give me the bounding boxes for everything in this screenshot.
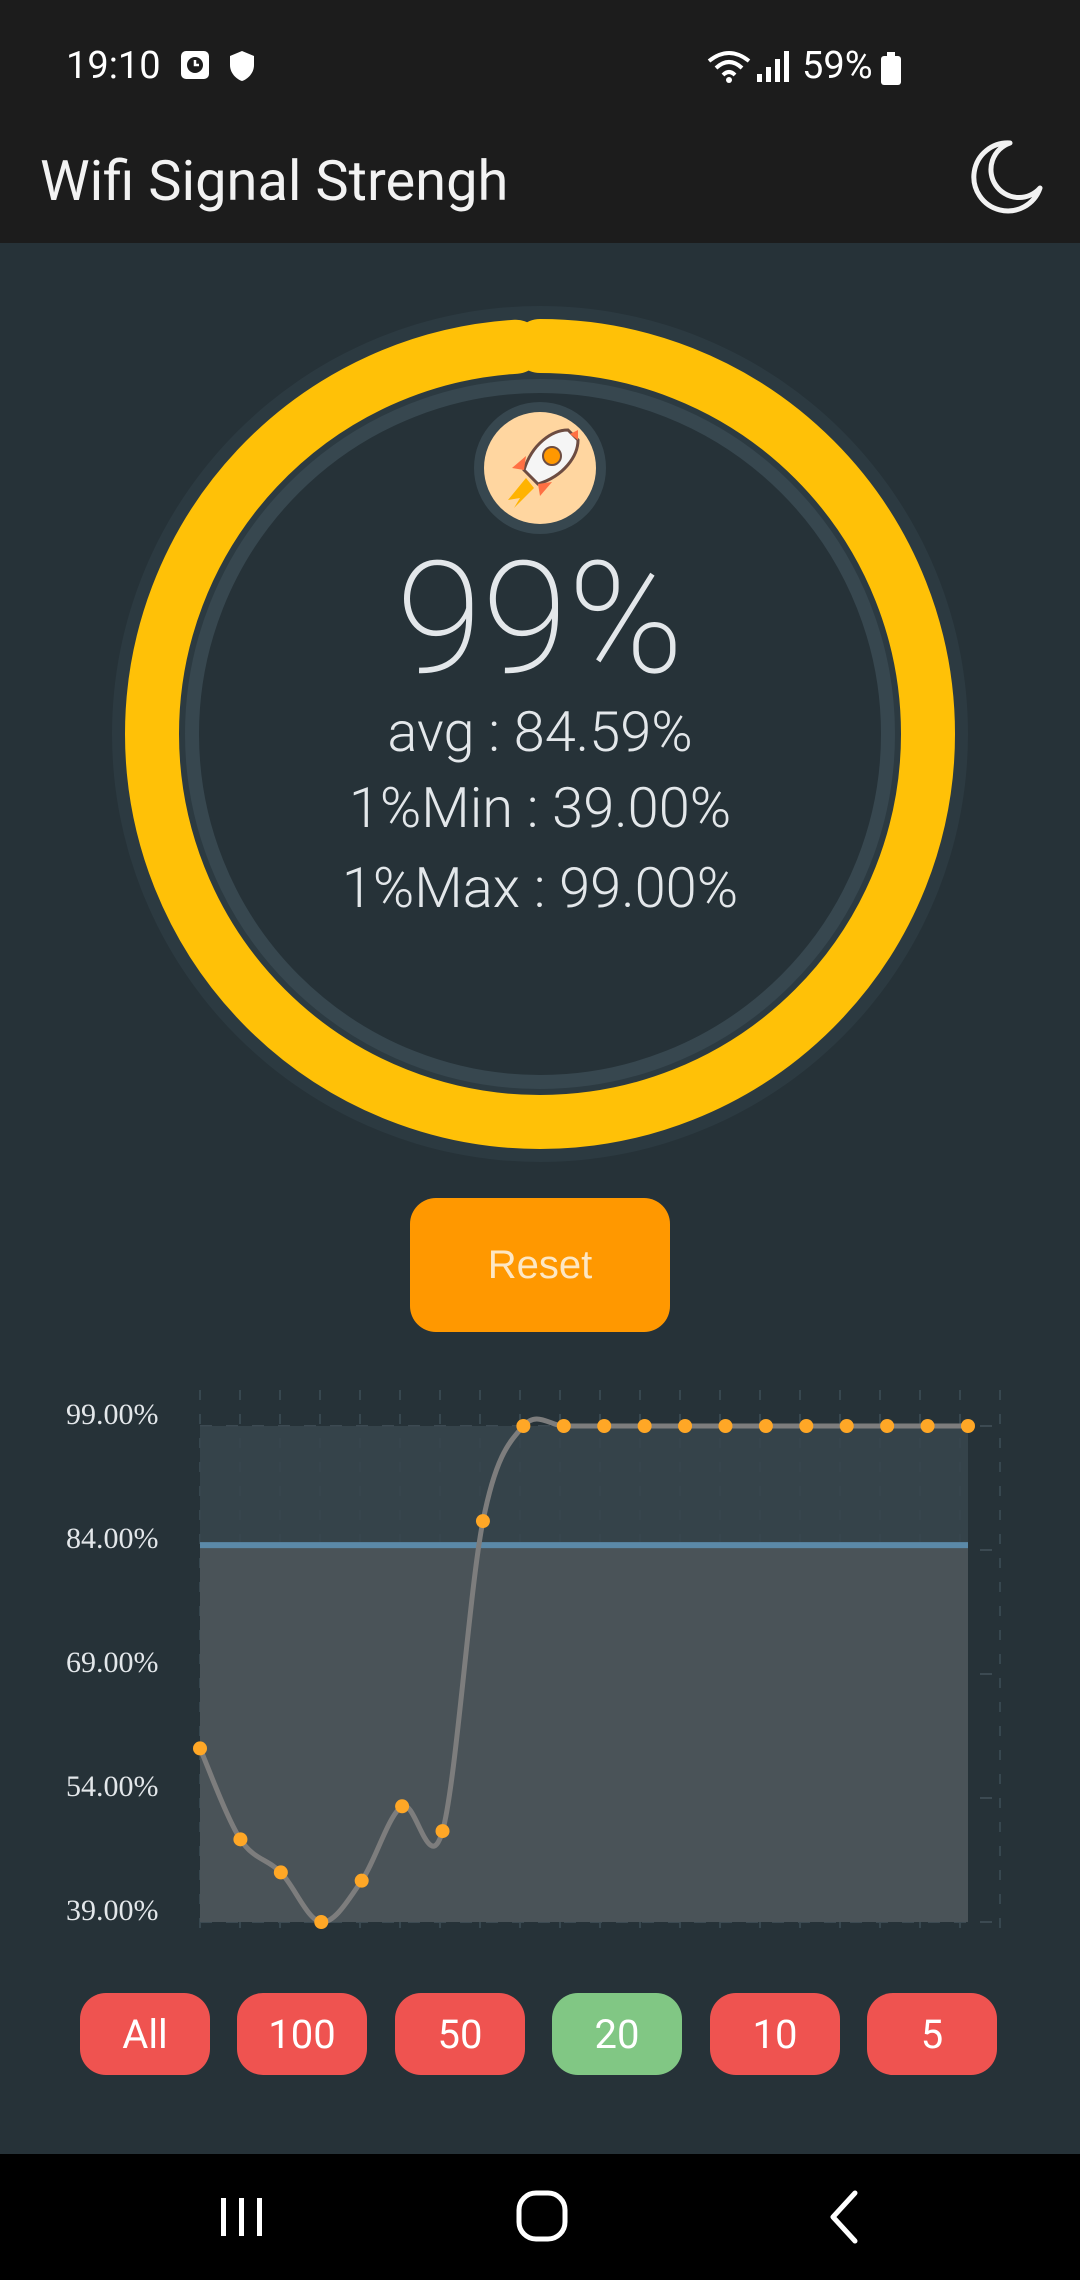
data-point [435,1824,450,1839]
range-selector: All 100 50 20 10 5 [0,1993,1080,2075]
current-signal-value: 99% [396,528,684,711]
recent-apps-icon [221,2198,262,2236]
data-point [314,1915,329,1929]
data-point [597,1419,612,1433]
back-icon [830,2190,858,2244]
data-point [799,1419,814,1433]
data-point [920,1419,935,1433]
range-button-100[interactable]: 100 [237,1993,367,2075]
data-point [961,1419,975,1433]
status-time: 19:10 [66,44,161,88]
wifi-icon [707,51,751,83]
chart-area-lower [200,1545,968,1922]
data-point [516,1419,531,1433]
alarm-clock-icon [181,51,209,79]
data-point [718,1419,733,1433]
max-signal: 1%Max : 99.00% [341,855,739,921]
data-point [193,1741,207,1756]
data-point [273,1865,288,1880]
cell-signal-icon [757,51,789,82]
range-button-10[interactable]: 10 [710,1993,840,2075]
home-button[interactable] [497,2180,587,2254]
data-point [475,1514,490,1529]
data-point [758,1419,773,1433]
data-point [354,1873,369,1888]
data-point [395,1799,410,1814]
data-point [556,1419,571,1433]
signal-history-chart: 99.00% 84.00% 69.00% 54.00% 39.00% [0,1360,1080,1960]
recent-apps-button[interactable] [197,2180,287,2254]
data-point [233,1832,248,1847]
shield-icon [230,51,254,81]
chart-plot [193,1390,1001,1930]
battery-icon [881,52,901,85]
range-button-50[interactable]: 50 [395,1993,525,2075]
range-button-5[interactable]: 5 [867,1993,997,2075]
moon-icon [971,140,1043,214]
data-point [637,1419,652,1433]
data-point [880,1419,895,1433]
data-point [678,1419,693,1433]
average-signal: avg : 84.59% [387,699,693,765]
reset-button[interactable]: Reset [410,1198,670,1332]
range-button-20[interactable]: 20 [552,1993,682,2075]
home-icon [516,2190,568,2242]
status-bar [0,0,1080,135]
range-button-all[interactable]: All [80,1993,210,2075]
rocket-icon [474,402,606,534]
back-button[interactable] [800,2180,890,2254]
min-signal: 1%Min : 39.00% [348,775,732,841]
theme-toggle-button[interactable] [955,133,1045,223]
app-title: Wifi Signal Strengh [40,148,509,214]
battery-percent: 59% [802,44,873,88]
data-point [839,1419,854,1433]
